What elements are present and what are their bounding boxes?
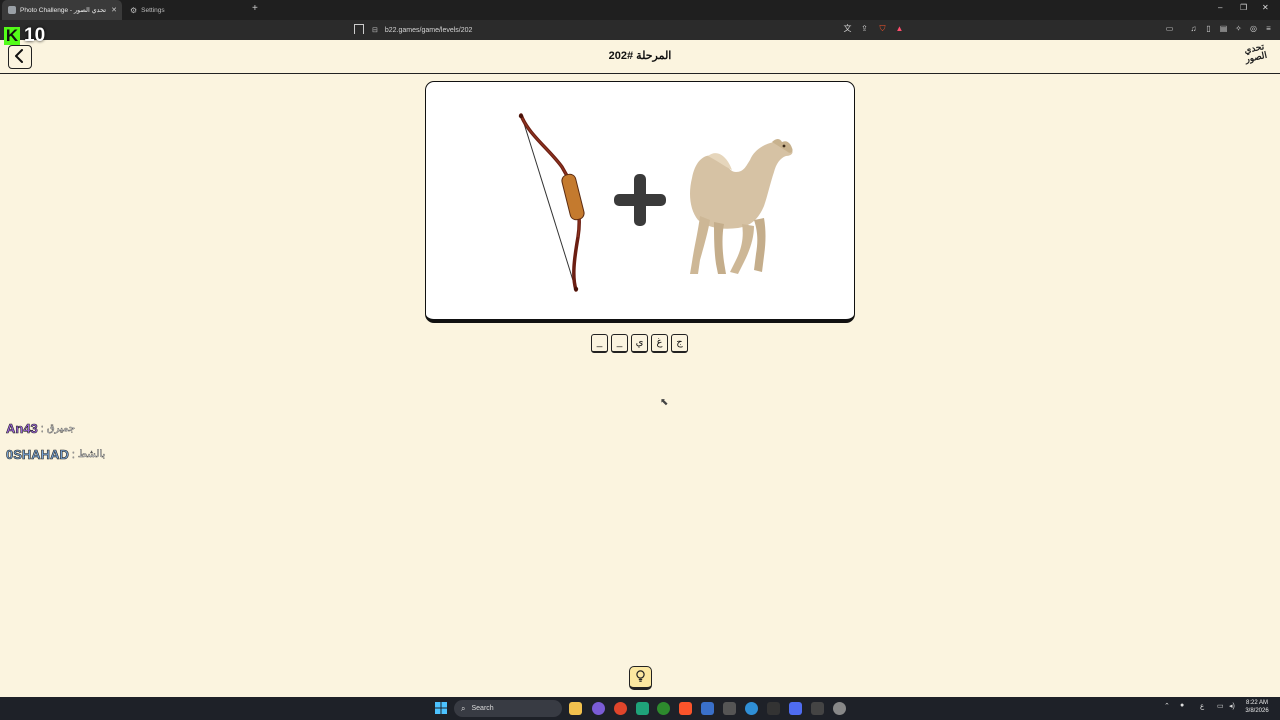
app-icon[interactable] bbox=[811, 702, 824, 715]
viewer-count: 10 bbox=[24, 25, 46, 46]
menu-icon[interactable]: ≡ bbox=[1264, 24, 1273, 33]
bookmark-icon[interactable] bbox=[354, 24, 364, 34]
answer-tile[interactable]: _ bbox=[591, 334, 608, 353]
language-icon[interactable]: ع bbox=[1200, 702, 1204, 710]
chat-username: 0SHAHAD bbox=[6, 447, 69, 463]
stream-overlay-badge: K 10 bbox=[4, 24, 58, 48]
chevron-left-icon bbox=[15, 49, 23, 63]
close-icon[interactable]: ✕ bbox=[111, 6, 117, 14]
url-text: b22.games/game/levels/202 bbox=[384, 26, 473, 34]
translate-icon[interactable]: 文 bbox=[843, 24, 852, 33]
network-icon[interactable]: ▭ bbox=[1217, 702, 1224, 710]
new-tab-button[interactable]: + bbox=[252, 3, 258, 14]
reader-icon[interactable]: ▭ bbox=[1165, 24, 1174, 33]
taskbar-search[interactable]: ⌕ Search bbox=[454, 700, 562, 717]
chat-separator: : bbox=[71, 448, 75, 461]
extensions-icon[interactable]: ✧ bbox=[1234, 24, 1243, 33]
windows-start-icon[interactable] bbox=[435, 702, 447, 714]
clock-time: 8:22 AM bbox=[1245, 700, 1268, 706]
answer-tile[interactable]: غ bbox=[651, 334, 668, 353]
wallet-icon[interactable]: ▤ bbox=[1219, 24, 1228, 33]
window-close-button[interactable]: ✕ bbox=[1262, 3, 1269, 12]
chat-message: An43 : جميرق bbox=[6, 421, 76, 437]
gear-icon: ⚙ bbox=[130, 5, 138, 15]
mouse-cursor-icon: ⬉ bbox=[660, 397, 669, 408]
kick-logo-icon: K bbox=[4, 26, 20, 45]
volume-icon[interactable]: ◂) bbox=[1229, 702, 1235, 710]
bow-image bbox=[518, 113, 585, 292]
search-placeholder: Search bbox=[471, 705, 494, 712]
tab-favicon-icon bbox=[8, 6, 16, 14]
file-explorer-icon[interactable] bbox=[569, 702, 582, 715]
site-info-icon[interactable]: ⊟ bbox=[372, 26, 378, 34]
answer-tile[interactable]: ج bbox=[671, 334, 688, 353]
brave-browser-icon[interactable] bbox=[679, 702, 692, 715]
clock-date: 3/8/2026 bbox=[1245, 708, 1269, 714]
chat-text: جميرق bbox=[46, 423, 76, 435]
app-icon[interactable] bbox=[723, 702, 736, 715]
tab-photo-challenge[interactable]: Photo Challenge - تحدي الصور ✕ bbox=[2, 0, 122, 20]
url-field[interactable]: ⊟ b22.games/game/levels/202 bbox=[372, 22, 472, 38]
settings-icon[interactable] bbox=[833, 702, 846, 715]
search-icon: ⌕ bbox=[461, 703, 466, 713]
vpn-icon[interactable]: ◎ bbox=[1249, 24, 1258, 33]
app-icon[interactable] bbox=[789, 702, 802, 715]
answer-tile[interactable]: _ bbox=[611, 334, 628, 353]
microphone-icon[interactable]: ● bbox=[1180, 702, 1184, 709]
minimize-button[interactable]: – bbox=[1218, 3, 1222, 12]
rewards-icon[interactable]: ▲ bbox=[895, 24, 904, 33]
chrome-icon[interactable] bbox=[614, 702, 627, 715]
app-icon[interactable] bbox=[636, 702, 649, 715]
discord-icon[interactable] bbox=[592, 702, 605, 715]
chat-username: An43 bbox=[6, 421, 38, 437]
taskbar-clock[interactable]: 8:22 AM 3/8/2026 bbox=[1240, 699, 1274, 715]
hint-button[interactable] bbox=[629, 666, 652, 690]
chat-message: 0SHAHAD : بالشط bbox=[6, 447, 106, 463]
maximize-button[interactable]: ❐ bbox=[1240, 3, 1247, 12]
browser-tab-strip: Photo Challenge - تحدي الصور ✕ ⚙ Setting… bbox=[0, 0, 1280, 20]
back-button[interactable] bbox=[8, 45, 32, 69]
tab-title: Settings bbox=[141, 6, 165, 14]
chat-text: بالشط bbox=[77, 449, 106, 461]
plus-icon bbox=[614, 174, 666, 226]
brave-shield-icon[interactable]: ⛉ bbox=[878, 24, 887, 33]
address-bar bbox=[0, 20, 1280, 40]
share-icon[interactable]: ⇪ bbox=[860, 24, 869, 33]
media-icon[interactable]: ♫ bbox=[1189, 24, 1198, 33]
camel-image bbox=[690, 139, 793, 274]
epic-games-icon[interactable] bbox=[767, 702, 780, 715]
tab-title: Photo Challenge - تحدي الصور bbox=[20, 7, 107, 14]
level-title: المرحلة #202 bbox=[608, 50, 672, 62]
edge-icon[interactable] bbox=[745, 702, 758, 715]
shield-app-icon[interactable] bbox=[701, 702, 714, 715]
chat-separator: : bbox=[40, 422, 44, 435]
xbox-icon[interactable] bbox=[657, 702, 670, 715]
lightbulb-icon bbox=[636, 670, 645, 682]
tab-settings[interactable]: ⚙ Settings bbox=[124, 0, 248, 20]
chevron-up-icon[interactable]: ⌃ bbox=[1164, 702, 1170, 710]
answer-tiles: _ _ ي غ ج bbox=[591, 334, 688, 354]
answer-tile[interactable]: ي bbox=[631, 334, 648, 353]
sidebar-icon[interactable]: ▯ bbox=[1204, 24, 1213, 33]
